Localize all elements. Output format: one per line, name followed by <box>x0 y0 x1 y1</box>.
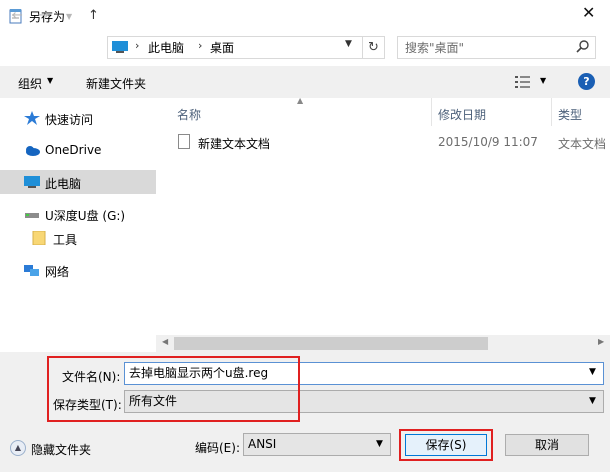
chevron-up-icon[interactable]: ▲ <box>10 440 26 456</box>
usb-drive-icon <box>25 213 39 218</box>
network-icon <box>24 265 39 276</box>
chevron-down-icon[interactable]: ▼ <box>345 39 352 49</box>
scrollbar-thumb[interactable] <box>174 337 488 350</box>
search-placeholder: 搜索"桌面" <box>405 41 465 55</box>
chevron-down-icon[interactable]: ▼ <box>47 76 53 85</box>
breadcrumb-chevron-icon: › <box>198 39 203 52</box>
forward-arrow-icon[interactable]: → <box>38 8 49 23</box>
file-date: 2015/10/9 11:07 <box>438 135 538 149</box>
nav-item-network[interactable]: 网络 <box>0 258 156 282</box>
nav-item-tools[interactable]: 工具 <box>0 226 156 250</box>
column-name[interactable]: 名称 <box>177 106 201 123</box>
breadcrumb-desktop[interactable]: 桌面 <box>210 39 234 56</box>
text-file-icon <box>178 134 190 149</box>
refresh-icon[interactable]: ↻ <box>363 36 385 59</box>
scroll-left-icon[interactable]: ◀ <box>162 337 168 346</box>
column-divider[interactable] <box>431 98 432 126</box>
nav-item-label: 此电脑 <box>45 177 82 191</box>
chevron-down-icon[interactable]: ▼ <box>589 396 596 406</box>
chevron-down-icon[interactable]: ▼ <box>376 439 383 449</box>
column-type[interactable]: 类型 <box>558 106 582 123</box>
nav-item-this-pc[interactable]: 此电脑 <box>0 170 156 194</box>
computer-icon <box>24 176 40 188</box>
search-icon[interactable] <box>576 39 590 53</box>
encoding-select[interactable]: ANSI <box>243 433 391 456</box>
nav-item-label: 网络 <box>45 265 70 279</box>
nav-item-label: 快速访问 <box>45 113 94 127</box>
view-options-icon[interactable] <box>515 76 531 88</box>
chevron-down-icon[interactable]: ▼ <box>589 367 596 377</box>
encoding-label: 编码(E): <box>195 441 240 455</box>
breadcrumb-chevron-icon: › <box>135 39 140 52</box>
column-header-row <box>166 98 610 126</box>
address-bar[interactable] <box>107 36 363 59</box>
nav-item-quick-access[interactable]: 快速访问 <box>0 106 156 130</box>
column-date[interactable]: 修改日期 <box>438 106 486 123</box>
breadcrumb-this-pc[interactable]: 此电脑 <box>148 39 184 56</box>
close-icon[interactable]: ✕ <box>582 3 595 22</box>
nav-item-usb-drive[interactable]: U深度U盘 (G:) <box>0 202 156 226</box>
up-arrow-icon[interactable]: ↑ <box>88 8 99 23</box>
highlight-box <box>47 356 300 422</box>
back-arrow-icon[interactable]: ← <box>12 8 23 23</box>
new-folder-button[interactable]: 新建文件夹 <box>86 75 146 92</box>
cancel-button[interactable]: 取消 <box>505 434 589 456</box>
file-type: 文本文档 <box>558 137 607 151</box>
star-icon <box>24 111 40 125</box>
nav-item-label: U深度U盘 (G:) <box>45 209 126 223</box>
scroll-right-icon[interactable]: ▶ <box>598 337 604 346</box>
help-icon[interactable]: ? <box>578 73 595 90</box>
organize-menu[interactable]: 组织 <box>18 75 42 92</box>
recent-dropdown-icon[interactable]: ▼ <box>66 12 72 21</box>
nav-item-label: OneDrive <box>45 143 102 157</box>
column-divider[interactable] <box>551 98 552 126</box>
nav-item-onedrive[interactable]: OneDrive <box>0 138 156 162</box>
file-name: 新建文本文档 <box>198 137 271 151</box>
computer-icon <box>112 41 128 53</box>
nav-item-label: 工具 <box>53 233 78 247</box>
cloud-icon <box>26 146 40 156</box>
highlight-box <box>399 429 493 461</box>
navigation-pane: 快速访问 OneDrive 此电脑 U深度U盘 (G:) 工具 网络 <box>0 98 156 352</box>
hide-folders-button[interactable]: 隐藏文件夹 <box>31 441 91 458</box>
chevron-down-icon[interactable]: ▼ <box>540 76 546 85</box>
folder-icon <box>32 231 46 245</box>
sort-ascending-icon: ▲ <box>297 96 304 105</box>
